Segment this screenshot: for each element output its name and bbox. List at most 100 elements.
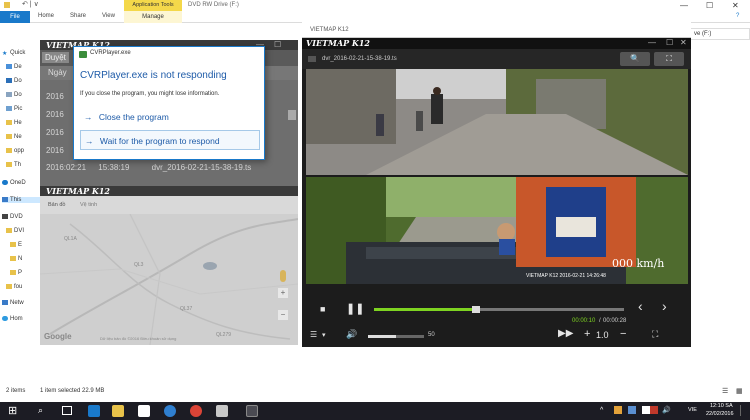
close-icon[interactable]: ✕ [680,38,687,47]
tab-manage[interactable]: Manage [124,11,182,23]
nav-item[interactable]: E [10,242,22,248]
cloud-icon [2,180,8,185]
nav-item-network[interactable]: Netw [2,300,24,306]
nav-item[interactable]: fou [6,284,22,290]
map-tab-map[interactable]: Bản đồ [48,202,65,208]
quick-access-undo-icon[interactable]: ↶ | ∨ [22,0,39,8]
nav-item[interactable]: DVI [6,228,24,234]
nav-item[interactable]: Do [6,92,22,98]
tray-icon[interactable] [650,406,658,414]
nav-item-homegroup[interactable]: Hom [2,316,23,322]
front-camera-video[interactable] [306,69,688,175]
speed-increase-button[interactable]: + [584,328,590,340]
zoom-in-button[interactable]: + [278,288,288,298]
stop-button[interactable]: ■ [320,304,325,314]
chrome-icon[interactable] [190,405,202,417]
fast-forward-button[interactable]: ▶▶ [558,328,573,339]
nav-item[interactable]: He [6,120,22,126]
details-view-icon[interactable]: ☰ [722,387,728,395]
nav-item-onedrive[interactable]: OneD [2,180,26,186]
language-indicator[interactable]: VIE [688,407,697,413]
clock-date[interactable]: 22/02/2016 [706,411,734,417]
nav-item[interactable]: Ne [6,134,22,140]
map-view[interactable]: Bản đồ Vệ tinh QL1A QL3 QL37 QL279 + − G… [40,196,298,345]
list-scrollbar[interactable] [288,110,296,120]
tray-icon[interactable] [642,406,650,414]
volume-fill [368,335,396,338]
list-item[interactable]: 2016:02:21 15:38:19 dvr_2016-02-21-15-38… [46,163,251,172]
list-item[interactable]: 2016 [46,92,64,101]
dialog-heading: CVRPlayer.exe is not responding [80,70,227,81]
progress-handle[interactable] [471,306,480,313]
nav-item-quick-access[interactable]: ★ Quick [2,50,25,57]
volume-icon[interactable]: 🔊 [346,329,357,340]
cvrplayer-taskbar-icon[interactable] [246,405,258,417]
close-icon[interactable]: ✕ [732,1,739,10]
nav-item[interactable]: P [10,270,22,276]
notifications-icon[interactable] [740,405,747,416]
nav-item[interactable]: Th [6,162,21,168]
tab-file[interactable]: File [0,11,30,23]
progress-track[interactable] [374,306,624,313]
list-item[interactable]: 2016 [46,128,64,137]
previous-file-button[interactable]: ‹ [638,298,643,314]
tray-icon[interactable] [614,406,622,414]
task-view-icon[interactable] [62,406,72,415]
zoom-out-button[interactable]: − [278,310,288,320]
nav-item[interactable]: Pic [6,106,22,112]
app-icon [79,51,87,58]
pause-button[interactable]: ❚❚ [346,302,364,315]
chevron-down-icon[interactable]: ▾ [322,331,326,339]
wait-program-button[interactable]: → Wait for the program to respond [80,130,260,150]
speed-decrease-button[interactable]: − [620,328,626,340]
clock-time[interactable]: 12:10 SA [710,403,733,409]
tab-home[interactable]: Home [38,13,54,19]
street-view-pegman-icon[interactable] [280,270,286,282]
address-bar[interactable]: ve (F:) [690,28,750,40]
nav-item[interactable]: opp [6,148,24,154]
tab-share[interactable]: Share [70,13,86,19]
volume-track[interactable] [368,335,424,338]
rear-camera-video[interactable]: VIETMAP K12 2016-02-21 14:26:48 000 km/h [306,177,688,284]
maximize-icon[interactable]: ☐ [706,1,713,10]
folder-icon [6,134,12,139]
network-icon [2,300,8,305]
app-icon[interactable] [216,405,228,417]
nav-item[interactable]: Do [6,78,22,84]
search-icon[interactable]: ⌕ [38,405,43,416]
search-button[interactable]: 🔍 [620,52,650,66]
large-icons-view-icon[interactable]: ▦ [736,387,743,395]
nav-item[interactable]: N [10,256,22,262]
vietmap-player-window: VIETMAP K12 VIETMAP K12 — ☐ ✕ dvr_2016-0… [302,22,691,347]
list-item[interactable]: 2016 [46,146,64,155]
maximize-icon[interactable]: ☐ [274,40,281,49]
snapshot-button[interactable]: ⛶ [654,52,684,66]
tray-icon[interactable] [628,406,636,414]
browse-button[interactable]: Duyệt [42,52,69,63]
volume-icon[interactable]: 🔊 [662,406,671,414]
nav-item-this-pc[interactable]: This [2,197,42,204]
nav-item-dvd[interactable]: DVD [2,214,23,220]
nav-item[interactable]: De [6,64,22,70]
status-selection: 1 item selected 22.9 MB [40,388,105,394]
minimize-icon[interactable]: — [648,38,656,47]
time-separator: / [599,318,601,324]
close-program-button[interactable]: → Close the program [80,107,260,127]
tab-view[interactable]: View [102,13,115,19]
start-windows-icon[interactable]: ⊞ [8,404,17,417]
list-item[interactable]: 2016 [46,110,64,119]
maximize-icon[interactable]: ☐ [666,38,673,47]
application-tools-label: Application Tools [124,0,182,11]
store-icon[interactable] [138,405,150,417]
tray-chevron-icon[interactable]: ^ [600,407,603,414]
file-explorer-icon[interactable] [112,405,124,417]
edge-browser-icon[interactable] [88,405,100,417]
ie-browser-icon[interactable] [164,405,176,417]
minimize-icon[interactable]: — [680,1,688,10]
help-icon[interactable]: ? [736,13,739,19]
row-time: 15:38:19 [98,163,130,172]
map-tab-satellite[interactable]: Vệ tinh [80,202,97,208]
next-file-button[interactable]: › [662,298,667,314]
fullscreen-icon[interactable]: ⛶ [652,329,658,340]
playlist-menu-icon[interactable]: ☰ [310,330,317,339]
